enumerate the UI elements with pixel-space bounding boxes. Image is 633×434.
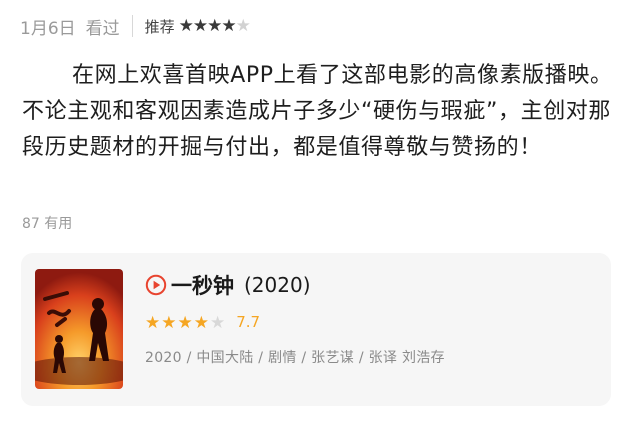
star-filled-icon: ★: [192, 15, 208, 36]
recommend-label: 推荐: [144, 17, 175, 36]
star-filled-icon: ★: [221, 15, 236, 36]
star-filled-icon: ★: [193, 312, 209, 333]
star-filled-icon: ★: [145, 312, 161, 333]
movie-rating-stars: ★★★★★: [145, 313, 226, 332]
movie-year: (2020): [244, 273, 311, 297]
review-text: 在网上欢喜首映APP上看了这部电影的高像素版播映。不论主观和客观因素造成片子多少…: [22, 63, 613, 160]
movie-score: 7.7: [236, 313, 261, 331]
watch-status: 看过: [85, 18, 120, 39]
useful-label: 有用: [44, 216, 73, 232]
useful-number: 87: [22, 216, 40, 232]
movie-title-row[interactable]: 一秒钟 (2020): [145, 271, 595, 299]
movie-details: 2020 / 中国大陆 / 剧情 / 张艺谋 / 张译 刘浩存: [145, 350, 445, 366]
star-empty-icon: ★: [235, 15, 251, 36]
star-empty-icon: ★: [210, 312, 226, 333]
star-filled-icon: ★: [207, 15, 222, 36]
review-meta: 1月6日 看过 推荐 ★ ★ ★ ★ ★: [20, 12, 251, 40]
play-circle-icon: [145, 274, 167, 296]
poster-image: [35, 269, 123, 389]
star-filled-icon: ★: [177, 312, 193, 333]
review-date: 1月6日: [20, 18, 76, 39]
star-filled-icon: ★: [178, 15, 194, 36]
meta-divider: [131, 15, 133, 37]
movie-poster[interactable]: [35, 269, 123, 389]
useful-count[interactable]: 87 有用: [22, 213, 72, 233]
star-filled-icon: ★: [161, 312, 177, 333]
movie-info: 一秒钟 (2020) ★★★★★ 7.7 2020 / 中国大陆 / 剧情 / …: [145, 271, 595, 367]
movie-rating: ★★★★★ 7.7: [145, 311, 595, 333]
movie-card[interactable]: 一秒钟 (2020) ★★★★★ 7.7 2020 / 中国大陆 / 剧情 / …: [21, 253, 611, 406]
movie-title: 一秒钟: [171, 274, 234, 298]
review-rating-stars: ★ ★ ★ ★ ★: [178, 15, 251, 36]
